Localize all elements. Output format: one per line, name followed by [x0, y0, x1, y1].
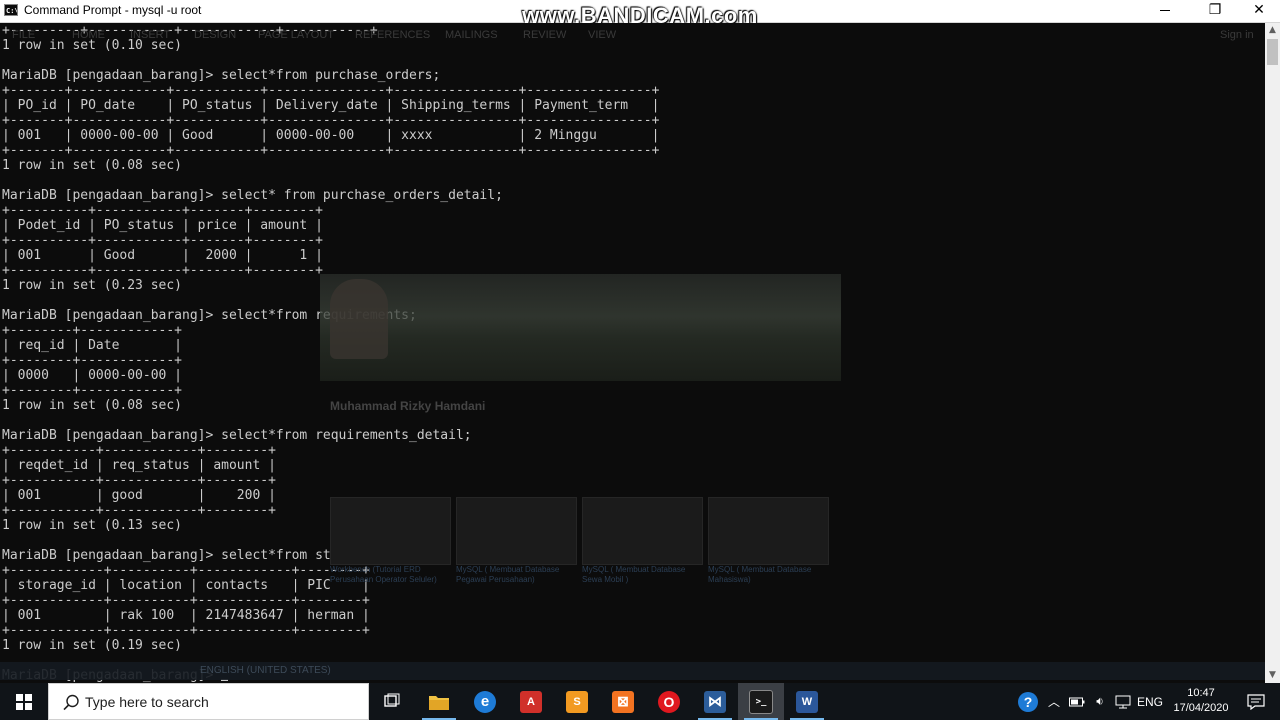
- window-title-bar[interactable]: C:\ Command Prompt - mysql -u root www.B…: [0, 0, 1280, 28]
- taskbar-xampp[interactable]: ⊠: [600, 683, 646, 720]
- minimize-icon: [1160, 9, 1170, 11]
- task-view-icon: [384, 693, 400, 707]
- volume-tray[interactable]: 🔉︎: [1090, 683, 1110, 720]
- console-area[interactable]: +---------+-----------+------------+----…: [0, 23, 1265, 683]
- edge-icon: e: [474, 690, 496, 713]
- show-hidden-icons-button[interactable]: ︿: [1044, 683, 1064, 720]
- help-tray-button[interactable]: ?: [1014, 683, 1042, 720]
- xampp-icon: ⊠: [612, 690, 634, 713]
- taskbar-command-prompt[interactable]: >_: [738, 683, 784, 720]
- folder-icon: [429, 695, 449, 710]
- battery-icon: [1069, 697, 1085, 706]
- taskbar-visual-studio[interactable]: ⋈: [692, 683, 738, 720]
- terminal-icon: >_: [749, 689, 773, 714]
- chevron-up-icon: ︿: [1047, 695, 1060, 709]
- windows-logo-icon: [16, 693, 32, 710]
- search-placeholder: Type here to search: [85, 694, 209, 710]
- clock-time: 10:47: [1187, 687, 1215, 699]
- maximize-button[interactable]: ❐: [1192, 0, 1238, 22]
- help-icon: ?: [1018, 691, 1038, 712]
- taskbar-edge[interactable]: e: [462, 683, 508, 720]
- search-icon: [63, 694, 79, 711]
- taskbar-acrobat[interactable]: A: [508, 683, 554, 720]
- visual-studio-icon: ⋈: [704, 690, 726, 713]
- close-icon: ✕: [1253, 2, 1265, 18]
- console-output: +---------+-----------+------------+----…: [2, 23, 660, 683]
- command-prompt-icon: C:\: [4, 4, 18, 16]
- restore-icon: ❐: [1208, 2, 1222, 18]
- scroll-up-arrow-icon[interactable]: ▲: [1265, 23, 1280, 38]
- input-language[interactable]: ENG: [1136, 683, 1164, 720]
- acrobat-icon: A: [520, 690, 542, 713]
- taskbar-search-box[interactable]: Type here to search: [48, 683, 369, 720]
- speaker-icon: 🔉︎: [1096, 694, 1104, 708]
- notification-icon: [1247, 693, 1265, 710]
- action-center-button[interactable]: [1238, 683, 1274, 720]
- word-icon: W: [796, 690, 818, 713]
- battery-tray[interactable]: [1066, 683, 1088, 720]
- scroll-down-arrow-icon[interactable]: ▼: [1265, 668, 1280, 683]
- text-cursor: [221, 679, 229, 681]
- clock-date: 17/04/2020: [1173, 702, 1229, 714]
- minimize-button[interactable]: [1142, 0, 1188, 22]
- taskbar-file-explorer[interactable]: [416, 683, 462, 720]
- taskbar-clock[interactable]: 10:47 17/04/2020: [1164, 686, 1238, 716]
- taskbar-sublime[interactable]: S: [554, 683, 600, 720]
- network-icon: [1115, 695, 1131, 708]
- taskbar-task-view[interactable]: [369, 683, 415, 720]
- opera-icon: O: [658, 690, 680, 713]
- taskbar-opera[interactable]: O: [646, 683, 692, 720]
- close-button[interactable]: ✕: [1236, 0, 1280, 22]
- network-tray[interactable]: [1112, 683, 1134, 720]
- vertical-scrollbar[interactable]: ▲ ▼: [1265, 23, 1280, 683]
- sublime-text-icon: S: [566, 690, 588, 713]
- window-title: Command Prompt - mysql -u root: [24, 3, 202, 17]
- start-button[interactable]: [0, 683, 48, 720]
- scrollbar-thumb[interactable]: [1267, 39, 1278, 65]
- taskbar-word[interactable]: W: [784, 683, 830, 720]
- taskbar: Type here to search e A S ⊠ O ⋈ >_ W ? ︿…: [0, 683, 1280, 720]
